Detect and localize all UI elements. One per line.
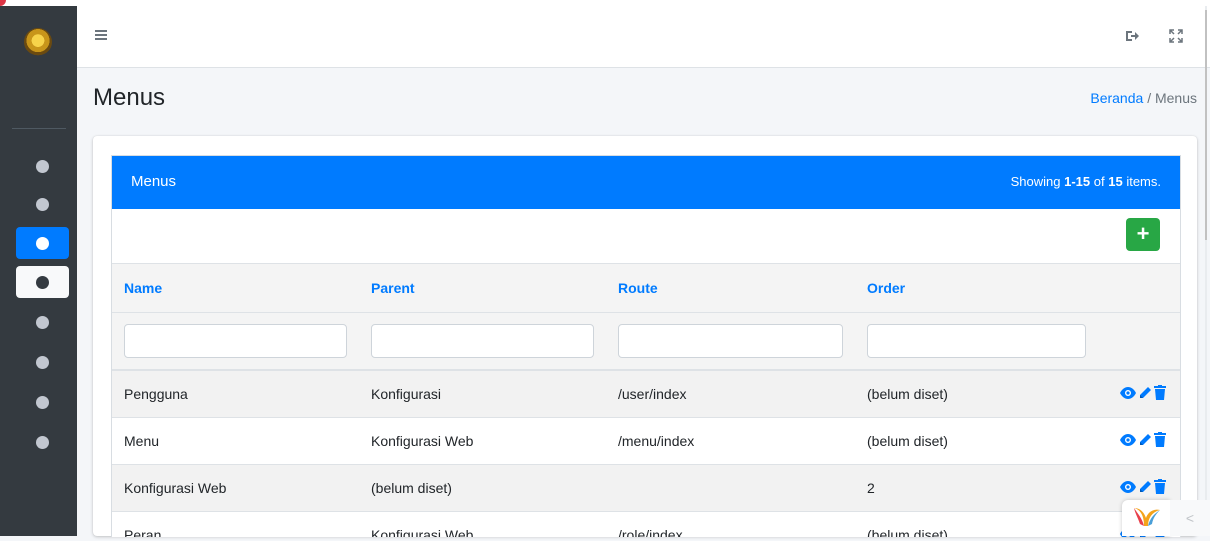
panel-header: Menus Showing 1-15 of 15 items.: [112, 156, 1180, 209]
circle-icon: [36, 160, 49, 173]
yii-logo-icon: [1134, 508, 1160, 526]
sidebar-item-2[interactable]: [16, 188, 69, 220]
table-row: Pengguna Konfigurasi/user/index (belum dis…: [112, 369, 1180, 418]
column-header-name[interactable]: Name: [112, 263, 359, 313]
sidebar-item-6[interactable]: [16, 346, 69, 378]
table-row: Konfigurasi Web (belum diset) 2: [112, 464, 1180, 512]
pencil-icon[interactable]: [1138, 433, 1152, 450]
cell-route: /role/index: [606, 511, 855, 537]
cell-order: (belum diset): [855, 369, 1098, 418]
column-header-parent[interactable]: Parent: [359, 263, 606, 313]
breadcrumb-separator: /: [1147, 90, 1152, 106]
cell-parent: Konfigurasi Web: [359, 511, 606, 537]
page-title: Menus: [93, 84, 166, 111]
sidebar-item-1[interactable]: [16, 150, 69, 182]
filter-route-input[interactable]: [618, 324, 843, 358]
eye-icon[interactable]: [1120, 386, 1136, 402]
cell-name: Peran: [112, 511, 359, 537]
brand-logo[interactable]: [24, 28, 52, 56]
sidebar: [0, 6, 77, 536]
cell-name: Pengguna: [112, 369, 359, 418]
row-actions: [1098, 369, 1180, 418]
sidebar-item-4[interactable]: [16, 266, 69, 298]
cell-name: Konfigurasi Web: [112, 464, 359, 512]
breadcrumb-home-link[interactable]: Beranda: [1090, 90, 1143, 106]
column-header-actions: [1098, 263, 1180, 313]
circle-icon: [36, 396, 49, 409]
circle-icon: [36, 316, 49, 329]
page-scrollbar[interactable]: [1205, 6, 1207, 536]
cell-parent: Konfigurasi: [359, 369, 606, 418]
filter-parent-input[interactable]: [371, 324, 594, 358]
cell-route: /user/index: [606, 369, 855, 418]
scrollbar-thumb[interactable]: [1205, 10, 1207, 240]
trash-icon[interactable]: [1154, 432, 1166, 450]
chevron-left-icon[interactable]: <: [1170, 500, 1210, 536]
circle-icon: [36, 198, 49, 211]
cell-parent: Konfigurasi Web: [359, 417, 606, 465]
pencil-icon[interactable]: [1138, 480, 1152, 497]
pencil-icon[interactable]: [1138, 386, 1152, 403]
add-menu-button[interactable]: +: [1126, 218, 1160, 251]
sidebar-item-3[interactable]: [16, 227, 69, 259]
table-row: Menu Konfigurasi Web/menu/index (belum dis…: [112, 417, 1180, 465]
circle-icon: [36, 237, 49, 250]
circle-icon: [36, 436, 49, 449]
trash-icon[interactable]: [1154, 385, 1166, 403]
trash-icon[interactable]: [1154, 479, 1166, 497]
cell-order: 2: [855, 464, 1098, 512]
menus-table: Name Parent Route Order Pengguna Konfigur…: [112, 263, 1180, 537]
circle-icon: [36, 276, 49, 289]
sign-out-icon[interactable]: [1124, 28, 1140, 44]
eye-icon[interactable]: [1120, 480, 1136, 496]
sidebar-item-5[interactable]: [16, 306, 69, 338]
bars-icon[interactable]: [95, 30, 107, 40]
cell-route: [606, 464, 855, 512]
filter-name-input[interactable]: [124, 324, 347, 358]
cell-route: /menu/index: [606, 417, 855, 465]
sidebar-item-7[interactable]: [16, 386, 69, 418]
breadcrumb: Beranda / Menus: [1090, 90, 1197, 106]
cell-order: (belum diset): [855, 511, 1098, 537]
top-navbar: [77, 6, 1210, 68]
expand-icon[interactable]: [1168, 28, 1184, 44]
cell-order: (belum diset): [855, 417, 1098, 465]
panel-title: Menus: [131, 173, 177, 190]
cell-name: Menu: [112, 417, 359, 465]
sidebar-item-8[interactable]: [16, 426, 69, 458]
breadcrumb-current: Menus: [1154, 90, 1197, 106]
column-header-order[interactable]: Order: [855, 263, 1098, 313]
eye-icon[interactable]: [1120, 433, 1136, 449]
filter-order-input[interactable]: [867, 324, 1086, 358]
yii-debug-toolbar[interactable]: [1122, 500, 1170, 536]
table-row: Peran Konfigurasi Web/role/index (belum di…: [112, 511, 1180, 537]
circle-icon: [36, 356, 49, 369]
cell-parent: (belum diset): [359, 464, 606, 512]
menus-panel: Menus Showing 1-15 of 15 items. + Name P…: [111, 155, 1181, 537]
column-header-route[interactable]: Route: [606, 263, 855, 313]
sidebar-divider: [12, 128, 66, 129]
grid-summary: Showing 1-15 of 15 items.: [1010, 174, 1161, 189]
row-actions: [1098, 417, 1180, 465]
